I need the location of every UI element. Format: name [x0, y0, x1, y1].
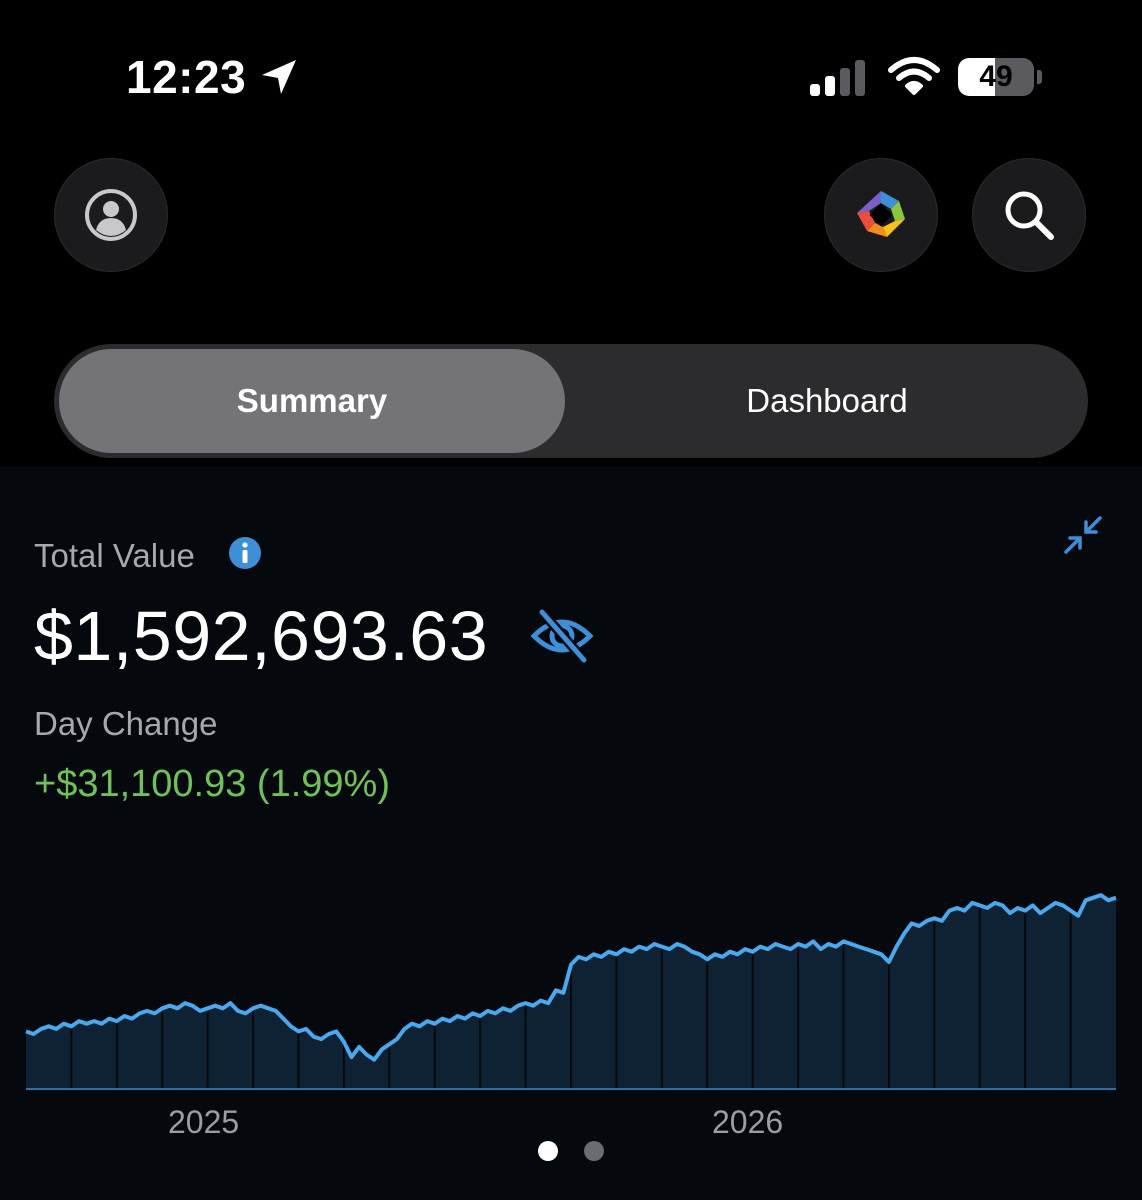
- page-dot-active[interactable]: [538, 1141, 558, 1161]
- signal-icon: [810, 60, 865, 96]
- x-axis-tick: 2026: [712, 1104, 784, 1140]
- search-button[interactable]: [972, 158, 1086, 272]
- battery-cap: [1037, 70, 1042, 84]
- status-time: 12:23: [126, 51, 247, 103]
- x-axis-tick: 2025: [168, 1104, 240, 1140]
- signal-bar: [825, 76, 835, 96]
- portfolio-chart[interactable]: [0, 870, 1142, 1120]
- info-icon[interactable]: [228, 536, 262, 570]
- day-change-value: +$31,100.93 (1.99%): [34, 763, 390, 805]
- app-logo-icon: [857, 191, 905, 237]
- total-value: $1,592,693.63: [34, 597, 489, 675]
- signal-bar: [855, 60, 865, 96]
- page-dot[interactable]: [584, 1141, 604, 1161]
- day-change-label: Day Change: [34, 705, 218, 742]
- tab-summary[interactable]: Summary: [59, 349, 565, 453]
- profile-button[interactable]: [54, 158, 168, 272]
- collapse-icon[interactable]: [1062, 514, 1104, 556]
- total-value-label: Total Value: [34, 537, 195, 574]
- location-arrow-icon: [262, 60, 296, 94]
- eye-off-icon[interactable]: [530, 606, 594, 666]
- app-logo-button[interactable]: [824, 158, 938, 272]
- signal-bar: [840, 68, 850, 96]
- battery-icon: 49: [958, 58, 1044, 96]
- profile-icon: [85, 189, 137, 241]
- search-icon: [1005, 191, 1054, 240]
- tab-dashboard[interactable]: Dashboard: [571, 349, 1083, 453]
- wifi-icon: [888, 57, 940, 95]
- battery-level: 49: [979, 60, 1013, 93]
- segmented-control: Summary Dashboard: [54, 344, 1088, 458]
- battery-body: 49: [958, 58, 1034, 96]
- signal-bar: [810, 84, 820, 96]
